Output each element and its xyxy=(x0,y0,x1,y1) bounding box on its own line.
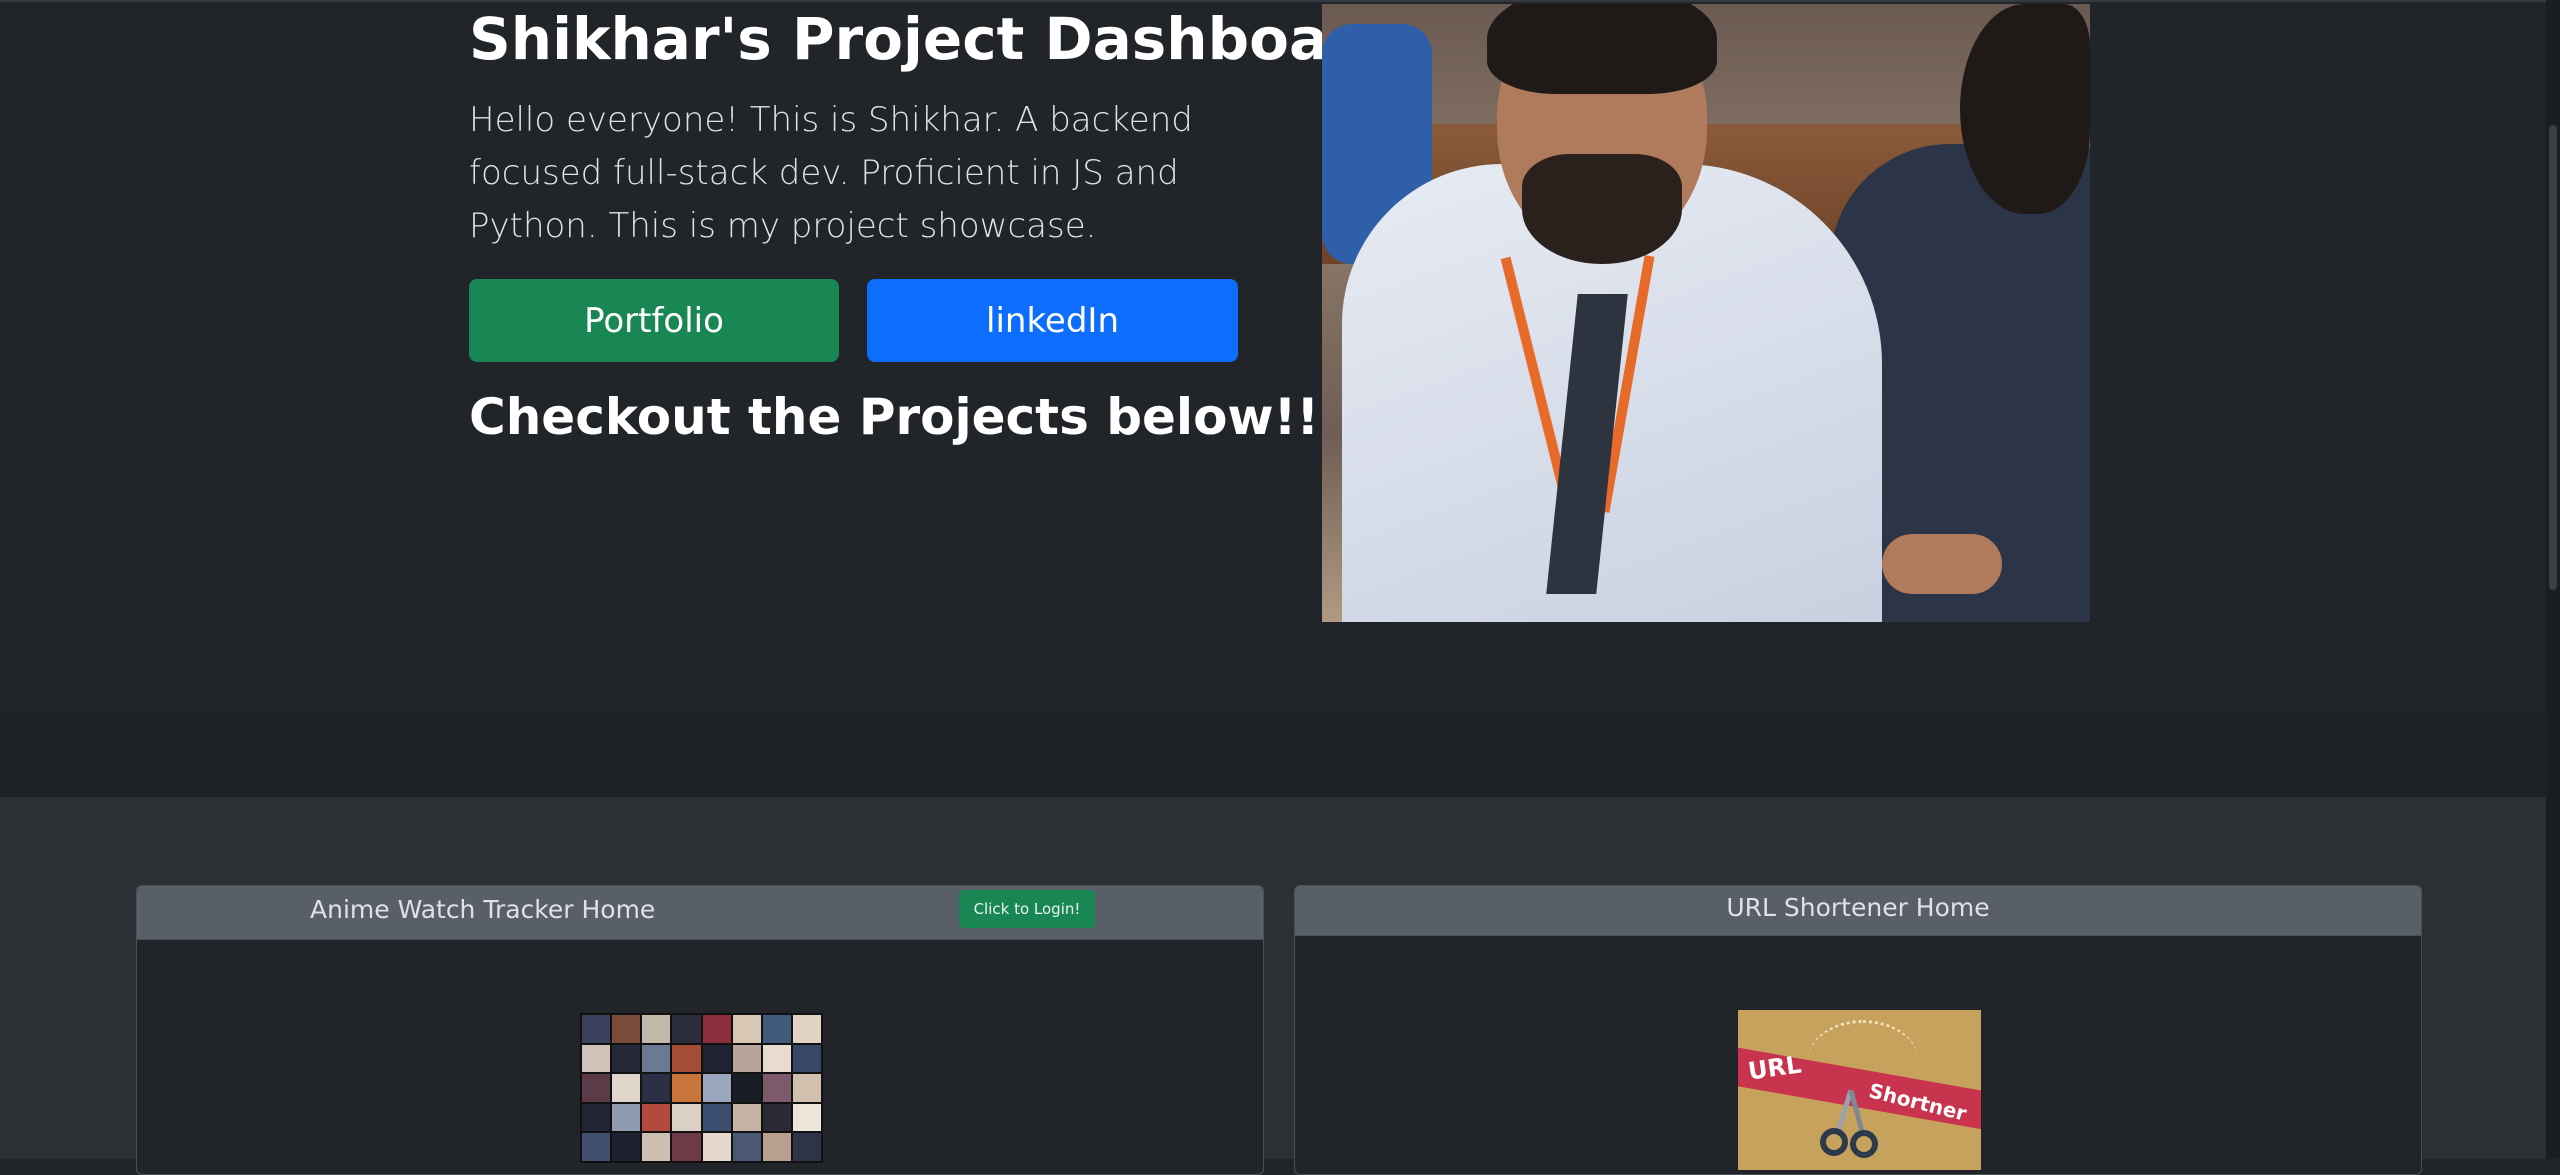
section-divider xyxy=(0,711,2546,797)
projects-heading: Checkout the Projects below!!! xyxy=(469,388,1343,446)
page-scrollbar[interactable] xyxy=(2546,0,2560,1159)
card-header: URL Shortener Home xyxy=(1295,886,2421,936)
scrollbar-thumb[interactable] xyxy=(2549,125,2557,590)
profile-photo xyxy=(1322,4,2090,622)
linkedin-button[interactable]: linkedIn xyxy=(867,279,1238,362)
login-button[interactable]: Click to Login! xyxy=(959,890,1095,928)
hero-intro-text: Hello everyone! This is Shikhar. A backe… xyxy=(469,100,1193,246)
portfolio-button[interactable]: Portfolio xyxy=(469,279,839,362)
project-card-anime-tracker[interactable]: Anime Watch Tracker Home Click to Login! xyxy=(136,885,1264,1175)
scissors-icon xyxy=(1820,1090,1878,1158)
card-title[interactable]: URL Shortener Home xyxy=(1295,893,2421,922)
anime-collage-thumbnail[interactable] xyxy=(580,1013,823,1163)
url-shortener-logo[interactable]: URL Shortner xyxy=(1738,1010,1981,1170)
projects-section: Anime Watch Tracker Home Click to Login!… xyxy=(0,797,2546,1175)
page-title: Shikhar's Project Dashboard xyxy=(469,5,1399,73)
card-header: Anime Watch Tracker Home Click to Login! xyxy=(137,886,1263,940)
card-title[interactable]: Anime Watch Tracker Home xyxy=(310,895,655,924)
project-card-url-shortener[interactable]: URL Shortener Home URL Shortner xyxy=(1294,885,2422,1175)
hero-section: Shikhar's Project Dashboard Hello everyo… xyxy=(0,0,2546,711)
